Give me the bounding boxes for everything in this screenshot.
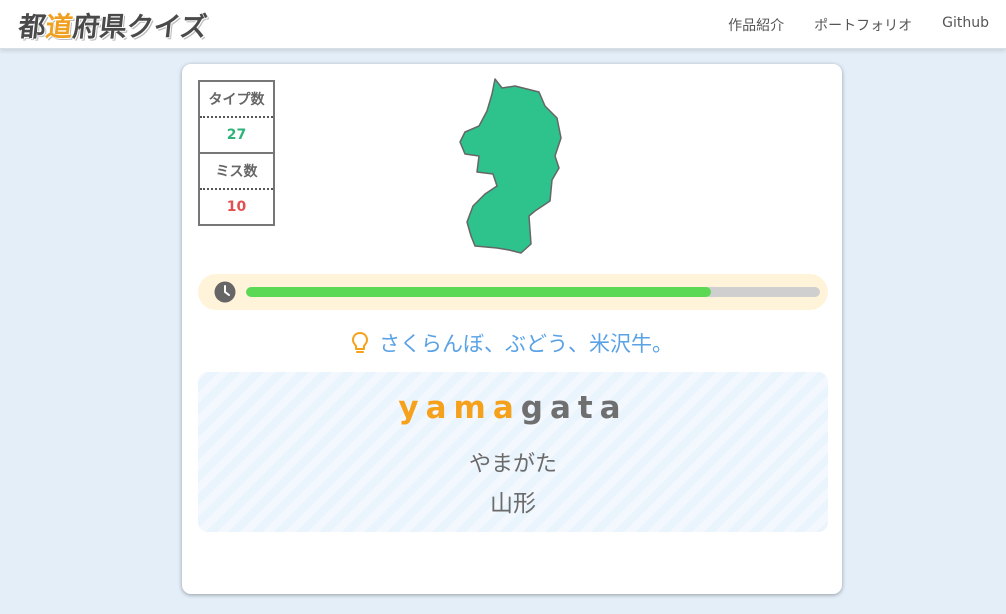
nav-link-github[interactable]: Github — [942, 15, 989, 35]
miss-count-label: ミス数 — [199, 153, 274, 190]
timer-fill — [246, 287, 711, 297]
type-count-value: 27 — [199, 117, 274, 154]
navbar: 都道府県クイズ 作品紹介 ポートフォリオ Github — [0, 0, 1006, 49]
prefecture-shape — [459, 78, 562, 254]
app-logo[interactable]: 都道府県クイズ — [17, 5, 209, 44]
timer-bar — [198, 274, 828, 310]
typed-romaji: yama — [398, 390, 521, 426]
miss-count-value: 10 — [226, 199, 247, 215]
answer-panel: yamagata やまがた 山形 — [198, 372, 828, 532]
stats-table: タイプ数 27 ミス数 10 — [198, 80, 275, 226]
prefecture-map — [457, 76, 567, 256]
type-count-label: タイプ数 — [199, 81, 274, 118]
timer-track — [246, 287, 820, 297]
nav-link-portfolio[interactable]: ポートフォリオ — [814, 15, 912, 35]
logo-text-accent: 道 — [44, 12, 75, 43]
hint-text: さくらんぼ、ぶどう、米沢牛。 — [379, 332, 673, 356]
nav-links: 作品紹介 ポートフォリオ Github — [728, 15, 989, 35]
romaji-input-display[interactable]: yamagata — [198, 390, 828, 426]
logo-text-part2: 府県クイズ — [71, 12, 209, 43]
nav-link-works[interactable]: 作品紹介 — [728, 15, 784, 35]
lightbulb-icon — [351, 331, 369, 360]
clock-icon — [214, 281, 236, 307]
logo-text-part1: 都 — [17, 12, 48, 43]
remaining-romaji: gata — [520, 390, 628, 426]
answer-kanji: 山形 — [490, 491, 536, 517]
answer-kana: やまがた — [468, 452, 557, 477]
hint: さくらんぼ、ぶどう、米沢牛。 — [182, 328, 842, 360]
quiz-card: タイプ数 27 ミス数 10 さくらんぼ、ぶどう、米沢牛。 yamagata や… — [182, 64, 842, 594]
